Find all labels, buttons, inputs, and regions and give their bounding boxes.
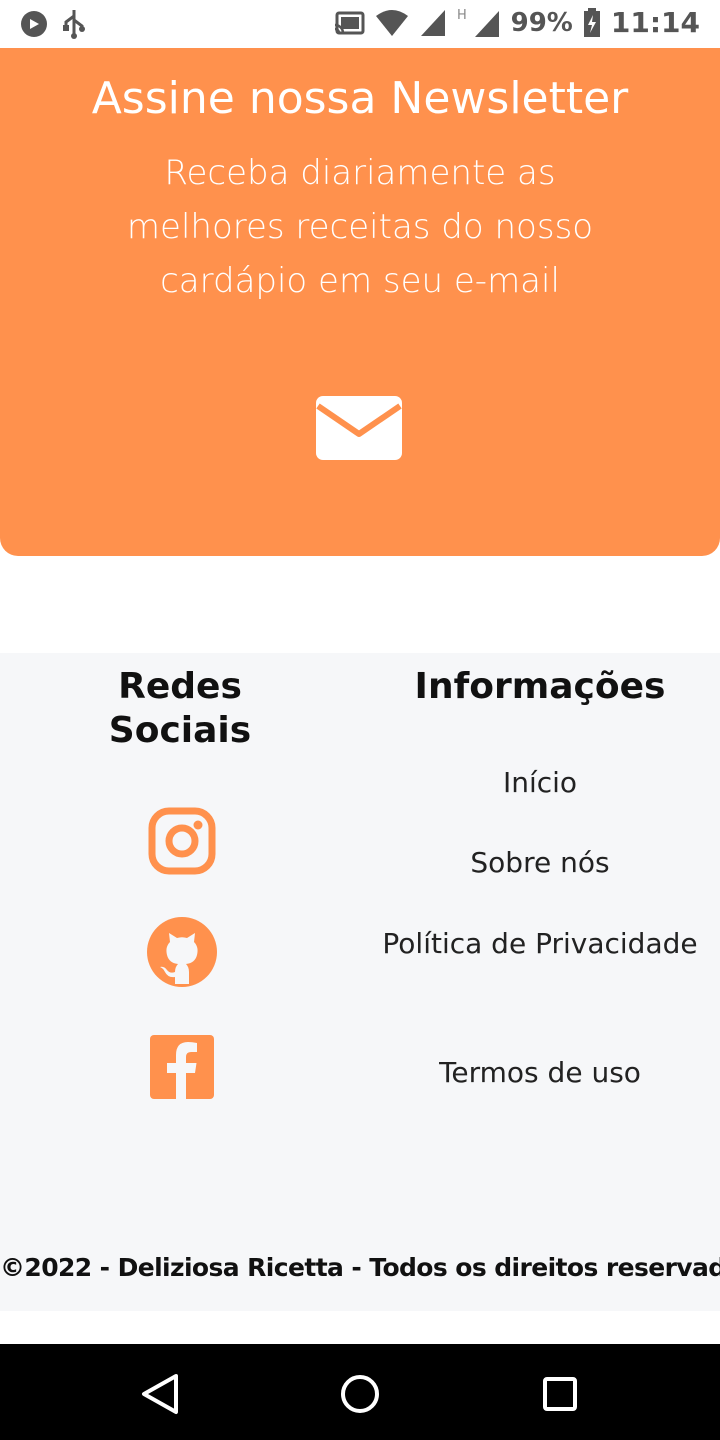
footer: Redes Sociais Informações Início Sobre n… — [0, 653, 720, 1311]
home-icon[interactable] — [330, 1364, 390, 1424]
newsletter-subscribe-button[interactable] — [314, 394, 404, 462]
h-signal-icon: H — [457, 8, 499, 37]
status-left — [20, 8, 90, 40]
facebook-link[interactable] — [146, 1031, 218, 1103]
instagram-link[interactable] — [146, 805, 218, 877]
facebook-icon — [150, 1035, 214, 1099]
signal-icon — [420, 9, 445, 36]
info-link-inicio[interactable]: Início — [380, 759, 700, 807]
clock: 11:14 — [610, 6, 700, 39]
newsletter-description: Receba diariamente as melhores receitas … — [126, 153, 594, 301]
mail-icon — [316, 396, 402, 460]
copyright-text: ©2022 - Deliziosa Ricetta - Todos os dir… — [0, 1253, 720, 1282]
social-title: Redes Sociais — [108, 666, 252, 751]
battery-charging-icon — [583, 7, 600, 37]
newsletter-card: Assine nossa Newsletter Receba diariamen… — [0, 48, 720, 556]
info-link-sobre-nos[interactable]: Sobre nós — [380, 839, 700, 887]
wifi-icon — [375, 9, 408, 36]
battery-percent: 99% — [510, 7, 573, 38]
back-icon[interactable] — [130, 1364, 190, 1424]
cast-icon — [334, 11, 365, 34]
newsletter-title: Assine nossa Newsletter — [91, 73, 629, 124]
info-link-politica-privacidade[interactable]: Política de Privacidade — [380, 920, 700, 968]
github-link[interactable] — [146, 916, 218, 988]
info-link-termos-de-uso[interactable]: Termos de uso — [380, 1049, 700, 1097]
app-notification-icon — [21, 11, 47, 37]
svg-text:H: H — [457, 8, 467, 23]
recents-icon[interactable] — [530, 1364, 590, 1424]
navigation-bar — [0, 1344, 720, 1440]
status-right: H 99% 11:14 — [333, 6, 700, 39]
instagram-icon — [148, 807, 216, 875]
status-bar: H 99% 11:14 — [0, 0, 720, 48]
github-icon — [147, 917, 217, 987]
usb-icon — [63, 10, 85, 39]
info-title: Informações — [414, 666, 666, 707]
